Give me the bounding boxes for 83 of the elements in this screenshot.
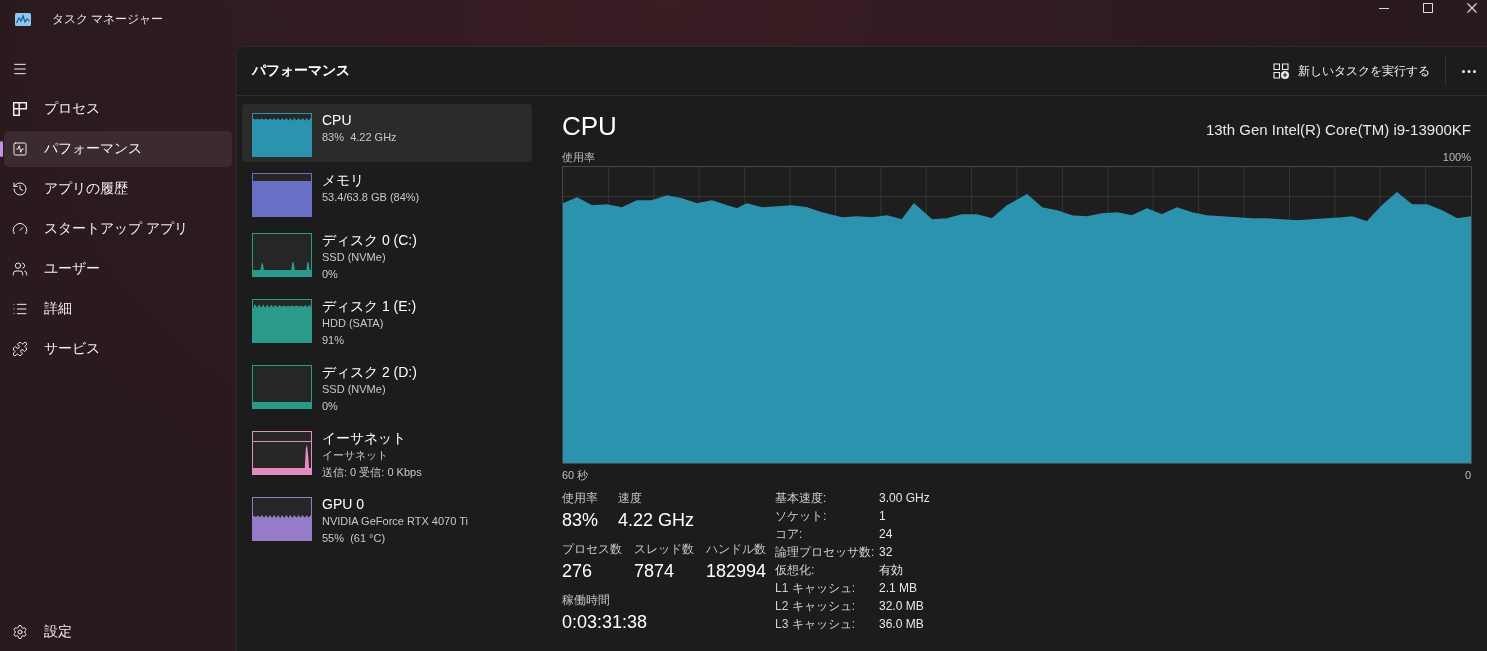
chart-logo-icon	[15, 12, 31, 26]
device-detail: 0%	[322, 399, 339, 414]
device-detail: 送信: 0 受信: 0 Kbps	[322, 465, 422, 480]
nav-item[interactable]: スタートアップ アプリ	[4, 211, 232, 247]
nav-item[interactable]: ユーザー	[4, 251, 232, 287]
device-list-item[interactable]: ディスク 2 (D:) SSD (NVMe) 0%	[242, 356, 532, 420]
close-icon	[1467, 3, 1477, 13]
users-icon	[12, 261, 28, 277]
chart-max-label: 100%	[1442, 150, 1471, 164]
device-list-item[interactable]: イーサネット イーサネット 送信: 0 受信: 0 Kbps	[242, 422, 532, 486]
spec-value: 1	[879, 509, 887, 523]
spec-label: 基本速度:	[775, 489, 828, 507]
spec-label: L2 キャッシュ:	[775, 597, 856, 615]
nav-item[interactable]: プロセス	[4, 91, 232, 127]
stat-value: 4.22 GHz	[618, 509, 695, 532]
device-detail: SSD (NVMe)	[322, 382, 387, 397]
device-title: CPU	[562, 110, 617, 143]
gauge-icon	[12, 221, 28, 237]
spec-label: L1 キャッシュ:	[775, 579, 856, 597]
history-icon	[12, 181, 28, 197]
device-list-item[interactable]: ディスク 0 (C:) SSD (NVMe) 0%	[242, 224, 532, 288]
page-title: パフォーマンス	[252, 62, 350, 80]
list-icon	[12, 301, 28, 317]
time-end-label: 0	[1464, 468, 1471, 482]
maximize-icon	[1423, 3, 1433, 13]
window-title: タスク マネージャー	[52, 10, 164, 28]
add-task-icon	[1273, 63, 1289, 79]
device-list-item[interactable]: GPU 0 NVIDIA GeForce RTX 4070 Ti 55% (61 °C)	[242, 488, 532, 552]
nav-item[interactable]: 設定	[4, 614, 232, 650]
stat-label: 速度	[618, 490, 643, 506]
more-options-icon	[1462, 69, 1476, 73]
spec-value: 有効	[879, 561, 904, 579]
stat-label: 稼働時間	[562, 592, 611, 608]
spec-value: 24	[879, 527, 894, 541]
spec-value: 3.00 GHz	[879, 491, 930, 505]
spec-label: L3 キャッシュ:	[775, 615, 856, 633]
pulse-icon	[12, 141, 28, 157]
device-name: メモリ	[322, 171, 365, 189]
device-detail: 91%	[322, 333, 346, 348]
device-detail: 53.4/63.8 GB (84%)	[322, 190, 420, 205]
chart-label: 使用率	[562, 150, 595, 164]
spec-label: 論理プロセッサ数:	[775, 543, 876, 561]
nav-item[interactable]: パフォーマンス	[4, 131, 232, 167]
spec-value: 36.0 MB	[879, 617, 925, 631]
nav-item[interactable]: 詳細	[4, 291, 232, 327]
menu-icon	[12, 61, 28, 77]
spec-value: 32	[879, 545, 894, 559]
device-name: ディスク 2 (D:)	[322, 363, 417, 381]
stat-value: 0:03:31:38	[562, 611, 648, 634]
stat-value: 276	[562, 560, 594, 583]
spec-value: 32.0 MB	[879, 599, 925, 613]
settings-icon	[12, 624, 28, 640]
device-list-item[interactable]: メモリ 53.4/63.8 GB (84%)	[242, 164, 532, 222]
device-name: ディスク 0 (C:)	[322, 231, 417, 249]
device-detail: 0%	[322, 267, 339, 282]
device-name: GPU 0	[322, 495, 365, 513]
device-list-item[interactable]: ディスク 1 (E:) HDD (SATA) 91%	[242, 290, 532, 354]
minimize-icon	[1379, 7, 1389, 9]
spec-label: コア:	[775, 525, 804, 543]
device-detail: SSD (NVMe)	[322, 250, 387, 265]
device-detail: NVIDIA GeForce RTX 4070 Ti	[322, 514, 468, 529]
time-span-label: 60 秒	[562, 468, 589, 482]
spec-label: 仮想化:	[775, 561, 816, 579]
run-task-button[interactable]: 新しいタスクを実行する	[1265, 55, 1438, 87]
device-name: CPU	[322, 111, 353, 129]
stat-label: 使用率	[562, 490, 599, 506]
device-detail: HDD (SATA)	[322, 316, 385, 331]
device-name: ディスク 1 (E:)	[322, 297, 417, 315]
stat-value: 83%	[562, 509, 600, 532]
processor-model: 13th Gen Intel(R) Core(TM) i9-13900KF	[1205, 121, 1471, 138]
window-layout-icon	[12, 101, 28, 117]
nav-item[interactable]: アプリの履歴	[4, 171, 232, 207]
device-detail: イーサネット	[322, 448, 389, 463]
puzzle-icon	[12, 341, 28, 357]
spec-value: 2.1 MB	[879, 581, 918, 595]
selection-indicator	[0, 141, 3, 157]
device-list-item[interactable]: CPU 83% 4.22 GHz	[242, 104, 532, 162]
stat-value: 7874	[633, 560, 675, 583]
device-detail: 55% (61 °C)	[322, 531, 387, 546]
nav-item[interactable]: サービス	[4, 331, 232, 367]
device-name: イーサネット	[322, 429, 407, 447]
device-detail: 83% 4.22 GHz	[322, 130, 397, 145]
spec-label: ソケット:	[775, 507, 828, 525]
